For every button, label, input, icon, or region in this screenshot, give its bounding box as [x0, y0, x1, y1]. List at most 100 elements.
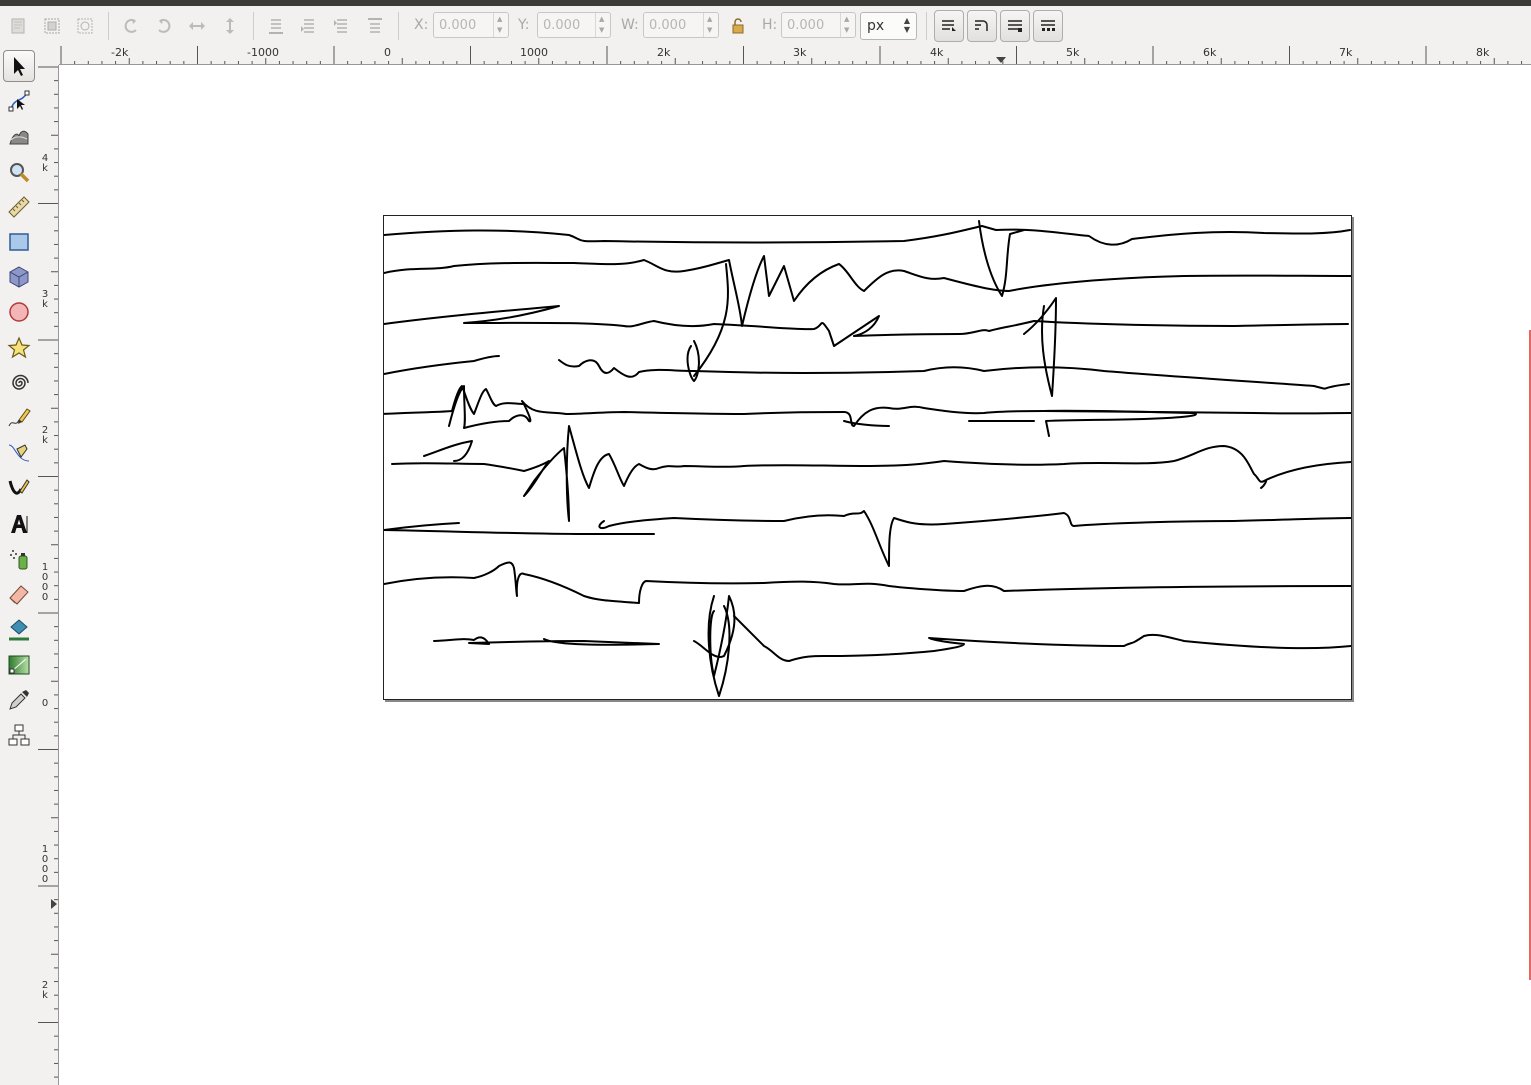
lower-icon[interactable]	[297, 14, 321, 38]
toolbar-separator	[398, 12, 399, 40]
unit-select[interactable]: px ▲ ▼	[860, 12, 917, 40]
ruler-label: 7k	[1339, 46, 1353, 59]
deselect-icon[interactable]	[73, 14, 97, 38]
toolbar-separator	[926, 12, 927, 40]
pointer-marker-icon	[996, 57, 1006, 63]
x-spinner[interactable]: ▲ ▼	[493, 13, 508, 37]
chevron-updown-icon: ▲ ▼	[903, 16, 910, 34]
node-edit-icon	[8, 90, 30, 112]
calligraphy-tool[interactable]	[3, 473, 35, 505]
lower-to-bottom-icon[interactable]	[264, 14, 288, 38]
flip-horizontal-icon[interactable]	[185, 14, 209, 38]
stroke-path	[693, 595, 736, 677]
horizontal-ruler[interactable]: -2k -1000 0 1000 2k 3k 4k 5k 6k 7k 8k	[59, 46, 1531, 65]
stroke-path	[433, 636, 660, 646]
ruler-label: 0	[41, 698, 49, 709]
select-all-layers-icon[interactable]	[40, 14, 64, 38]
dropper-tool[interactable]	[3, 684, 35, 716]
spray-tool[interactable]	[3, 543, 35, 575]
stroke-path	[558, 359, 1350, 390]
h-spinner[interactable]: ▲ ▼	[840, 13, 855, 37]
eraser-tool[interactable]	[3, 578, 35, 610]
ruler-label: 5k	[1066, 46, 1080, 59]
stroke-path	[384, 529, 655, 535]
ruler-label: 0	[384, 46, 391, 59]
rectangle-tool[interactable]	[3, 226, 35, 258]
rotate-ccw-icon[interactable]	[119, 14, 143, 38]
h-label: H:	[762, 17, 778, 33]
spray-icon	[10, 550, 28, 570]
scale-corners-icon	[975, 20, 988, 31]
text-icon	[11, 515, 28, 533]
zoom-tool[interactable]	[3, 156, 35, 188]
flip-vertical-icon[interactable]	[218, 14, 242, 38]
lock-icon[interactable]	[726, 14, 750, 38]
move-gradients-button[interactable]	[1000, 10, 1030, 42]
rotate-cw-icon[interactable]	[152, 14, 176, 38]
scale-stroke-button[interactable]	[934, 10, 964, 42]
y-input[interactable]	[540, 15, 600, 35]
stroke-path	[384, 355, 500, 375]
stroke-path	[384, 305, 1349, 347]
h-field[interactable]: ▲▼	[781, 12, 856, 38]
ruler-label: 1000	[41, 562, 49, 603]
move-patterns-button[interactable]	[1033, 10, 1063, 42]
arrow-cursor-icon	[14, 57, 25, 76]
stroke-path	[384, 522, 460, 531]
ruler-icon	[8, 196, 30, 218]
stroke-path	[843, 420, 890, 427]
y-spinner[interactable]: ▲ ▼	[595, 13, 610, 37]
select-all-icon[interactable]	[6, 14, 30, 38]
freehand-drawing[interactable]	[384, 216, 1351, 699]
scale-corners-button[interactable]	[967, 10, 997, 42]
x-field[interactable]: ▲▼	[433, 12, 509, 38]
ruler-label: 8k	[1476, 46, 1490, 59]
ruler-corner	[38, 46, 59, 65]
ellipse-tool[interactable]	[3, 296, 35, 328]
vertical-ruler[interactable]: 4k 3k 2k 1000 0 1000 2k	[38, 65, 59, 1085]
pen-tool[interactable]	[3, 437, 35, 469]
gradient-tool[interactable]	[3, 649, 35, 681]
document-page[interactable]	[383, 215, 1352, 700]
raise-icon[interactable]	[330, 14, 354, 38]
ruler-label: -1000	[247, 46, 279, 59]
move-patterns-icon	[1041, 20, 1055, 31]
text-tool[interactable]	[3, 508, 35, 540]
connector-icon	[8, 724, 30, 746]
3d-box-tool[interactable]	[3, 261, 35, 293]
ellipse-icon	[9, 302, 29, 322]
stroke-path	[423, 440, 473, 462]
node-tool[interactable]	[3, 85, 35, 117]
y-field[interactable]: ▲▼	[537, 12, 611, 38]
w-label: W:	[621, 17, 639, 33]
paint-bucket-tool[interactable]	[3, 613, 35, 645]
cube-icon	[9, 266, 29, 288]
stroke-path	[448, 385, 1351, 429]
x-input[interactable]	[436, 15, 498, 35]
ruler-label: 3k	[41, 289, 49, 310]
tweak-tool[interactable]	[3, 120, 35, 152]
spiral-tool[interactable]	[3, 367, 35, 399]
h-input[interactable]	[784, 15, 845, 35]
stroke-path	[1023, 297, 1057, 397]
x-label: X:	[414, 17, 429, 33]
ruler-label: 4k	[41, 153, 49, 174]
w-input[interactable]	[646, 15, 708, 35]
star-tool[interactable]	[3, 332, 35, 364]
y-label: Y:	[518, 17, 530, 33]
stroke-path	[707, 595, 731, 697]
stroke-path	[384, 255, 1351, 327]
w-spinner[interactable]: ▲ ▼	[703, 13, 718, 37]
connector-tool[interactable]	[3, 719, 35, 751]
drawing-canvas[interactable]	[59, 65, 1531, 1085]
w-field[interactable]: ▲▼	[643, 12, 719, 38]
pencil-icon	[8, 408, 31, 427]
calligraphy-icon	[8, 479, 30, 495]
raise-to-top-icon[interactable]	[363, 14, 387, 38]
tool-controls-bar: X: ▲▼ Y: ▲▼ W: ▲▼ H: ▲▼ px ▲▼	[0, 6, 1531, 46]
measure-tool[interactable]	[3, 191, 35, 223]
pencil-tool[interactable]	[3, 402, 35, 434]
ruler-label: 1000	[41, 844, 49, 885]
selector-tool[interactable]	[3, 50, 35, 82]
toolbar-separator	[108, 12, 109, 40]
